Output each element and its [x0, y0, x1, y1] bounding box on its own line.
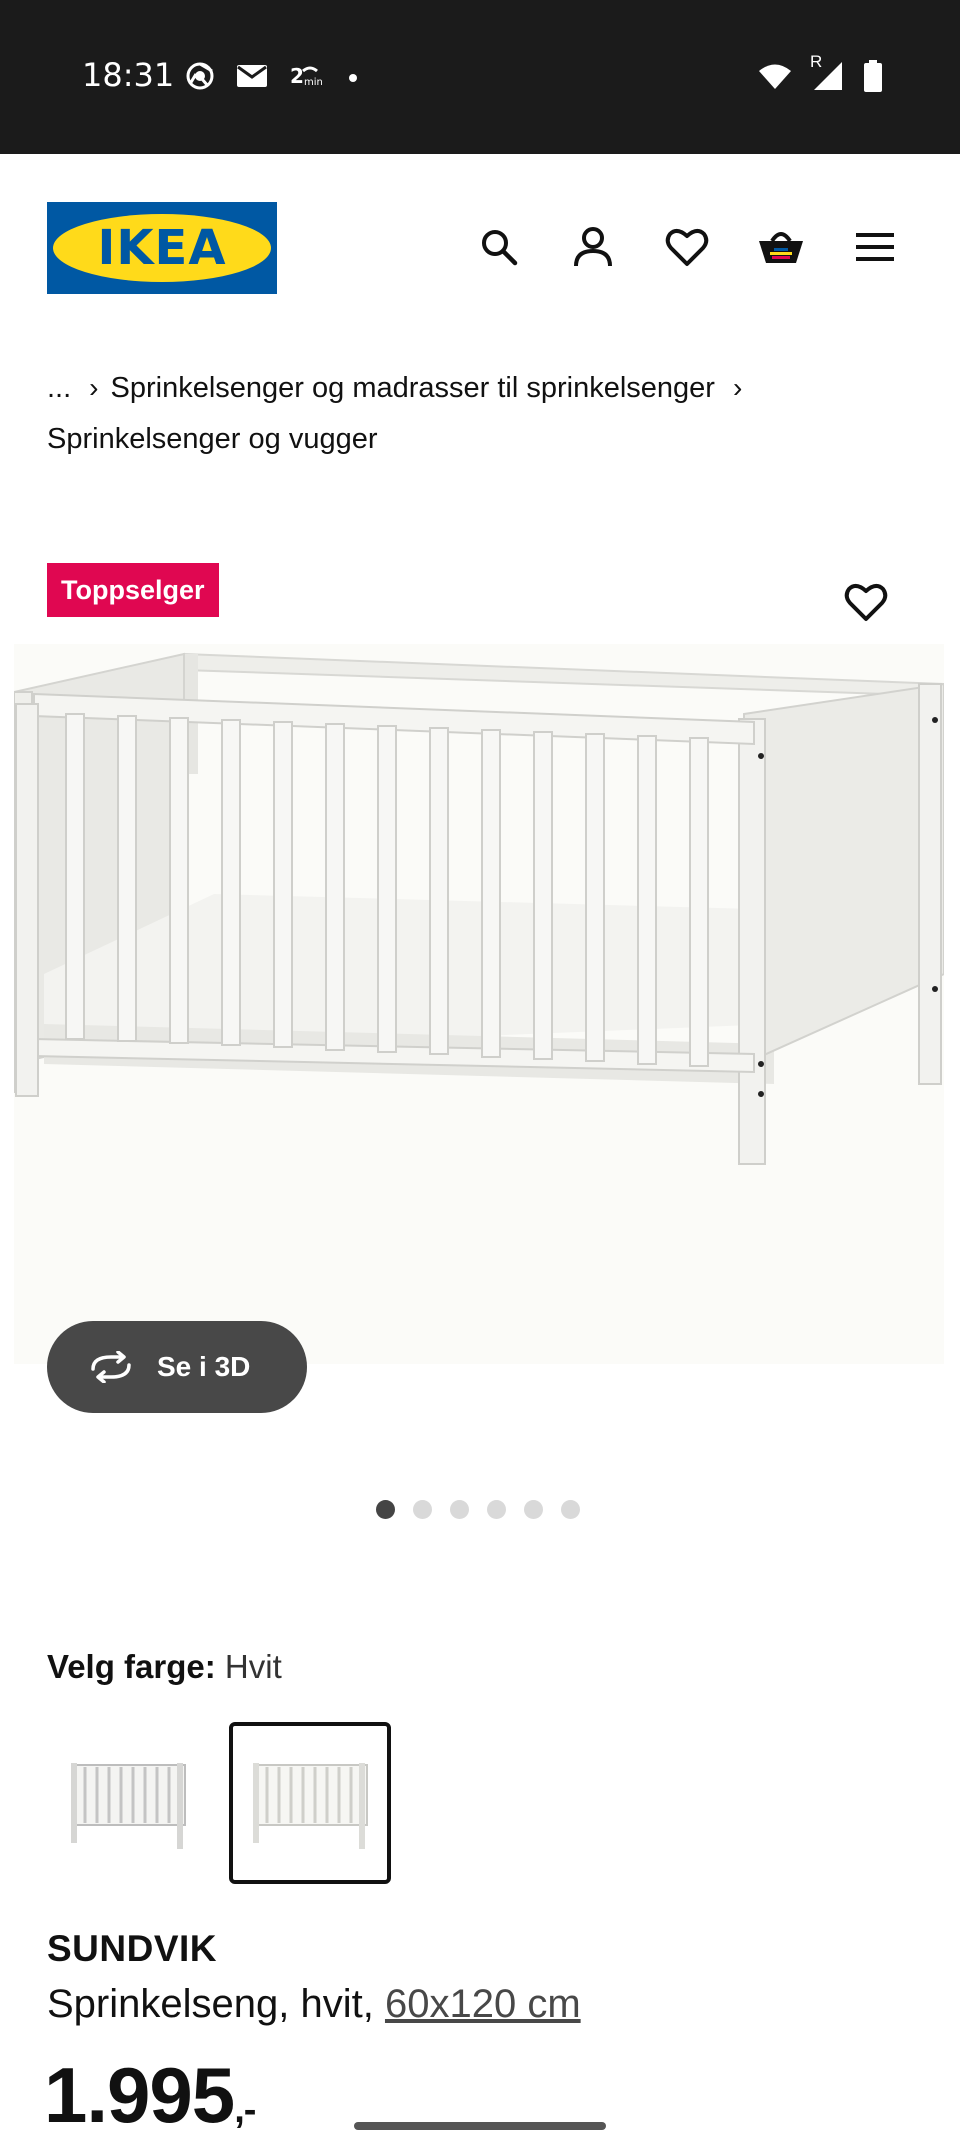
chrome-icon [186, 62, 214, 95]
crib-thumbnail [253, 1763, 368, 1849]
gesture-home-bar[interactable] [354, 2122, 606, 2130]
price-suffix: ,- [234, 2089, 256, 2131]
wifi-icon [758, 62, 792, 95]
gallery-dot[interactable] [561, 1500, 580, 1519]
color-swatch-option[interactable] [47, 1722, 209, 1884]
mail-icon [236, 64, 268, 93]
dot-icon [348, 70, 358, 88]
svg-text:min: min [304, 77, 323, 87]
heart-icon [844, 584, 888, 621]
color-select-value: Hvit [224, 1648, 282, 1685]
breadcrumb-link-cribs[interactable]: Sprinkelsenger og vugger [47, 423, 377, 455]
chevron-right-icon: › [89, 372, 99, 403]
product-name: SUNDVIK [47, 1928, 218, 1969]
ikea-logo[interactable]: IKEA [47, 202, 277, 294]
gallery-dot[interactable] [524, 1500, 543, 1519]
breadcrumb-ellipsis[interactable]: ... [47, 372, 71, 404]
product-type: Sprinkelseng, hvit, [47, 1982, 374, 2026]
basket-icon[interactable] [756, 222, 806, 272]
header-icons [474, 222, 900, 272]
product-description: Sprinkelseng, hvit, 60x120 cm [47, 1982, 581, 2027]
breadcrumb: ... › Sprinkelsenger og madrasser til spri… [47, 362, 907, 465]
gallery-dot[interactable] [413, 1500, 432, 1519]
color-select-label: Velg farge: Hvit [47, 1648, 282, 1686]
top-seller-badge: Toppselger [47, 563, 219, 617]
breadcrumb-link-mattresses[interactable]: Sprinkelsenger og madrasser til sprinkel… [111, 372, 715, 404]
product-gallery[interactable]: Toppselger Se i 3D [0, 510, 960, 1519]
status-icons-left: 2 min [186, 62, 358, 95]
gallery-pagination [376, 1500, 580, 1519]
signal-label: R [810, 52, 823, 71]
crib-image [14, 652, 944, 1165]
price-amount: 1.995 [44, 2051, 235, 2139]
status-icons-right: R [758, 52, 882, 97]
crib-thumbnail [71, 1763, 186, 1849]
status-bar: 18:31 2 min R [0, 0, 960, 154]
product-size-link[interactable]: 60x120 cm [385, 1982, 581, 2026]
logo-text: IKEA [97, 220, 227, 276]
product-price: 1.995,- [44, 2050, 256, 2141]
battery-icon [864, 60, 882, 97]
chevron-right-icon: › [732, 372, 743, 403]
rotate-3d-icon [91, 1351, 131, 1383]
gallery-dot[interactable] [450, 1500, 469, 1519]
view-in-3d-label: Se i 3D [157, 1351, 251, 1382]
svg-text:2: 2 [290, 65, 304, 87]
status-time: 18:31 [82, 56, 175, 94]
color-swatches [47, 1722, 391, 1884]
20min-icon: 2 min [290, 64, 326, 92]
view-in-3d-button[interactable]: Se i 3D [47, 1321, 307, 1413]
gallery-dot[interactable] [376, 1500, 395, 1519]
site-header: IKEA [0, 154, 960, 334]
menu-icon[interactable] [850, 222, 900, 272]
favourites-icon[interactable] [662, 222, 712, 272]
color-select-title: Velg farge: [47, 1648, 216, 1685]
search-icon[interactable] [474, 222, 524, 272]
gallery-dot[interactable] [487, 1500, 506, 1519]
add-to-favourites-button[interactable] [844, 582, 894, 628]
signal-icon: R [810, 52, 844, 97]
color-swatch-option-selected[interactable] [229, 1722, 391, 1884]
account-icon[interactable] [568, 222, 618, 272]
